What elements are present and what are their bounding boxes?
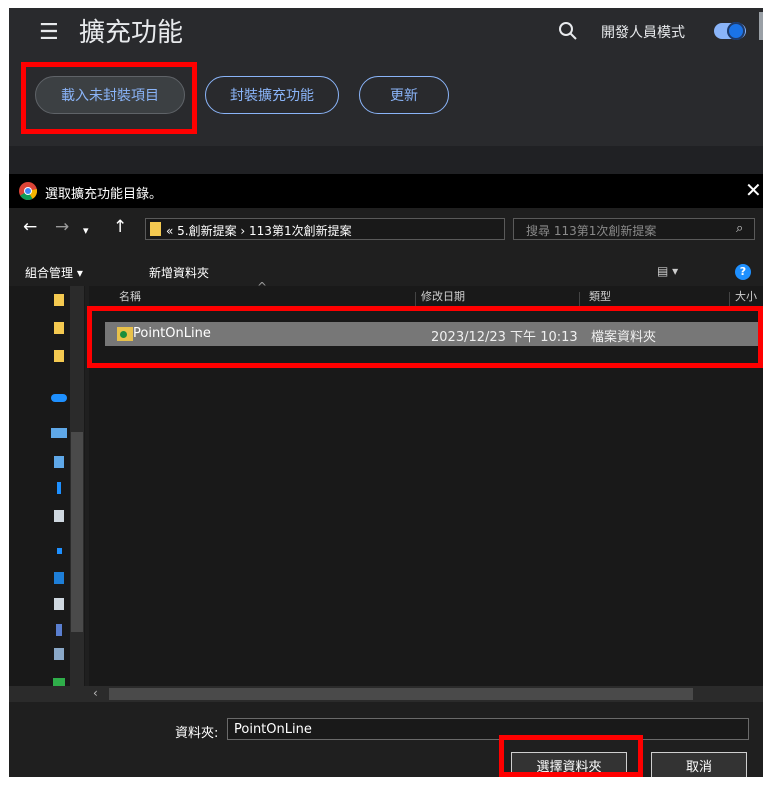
drive-icon[interactable] [56,624,62,636]
address-bar[interactable]: « 5.創新提案 › 113第1次創新提案 ⌄ ↻ [145,218,628,240]
dialog-title: 選取擴充功能目錄。 [45,187,163,202]
navigation-pane [9,286,85,702]
column-header-size[interactable]: 大小 [735,288,763,302]
videos-folder-icon[interactable] [54,598,64,610]
forward-arrow-icon[interactable]: → [55,218,69,236]
column-divider [415,292,416,306]
sort-caret-icon: ^ [257,280,268,294]
search-icon: ⌕ [736,221,744,236]
search-input[interactable]: 搜尋 113第1次創新提案 ⌕ [513,218,755,240]
dev-mode-toggle[interactable] [714,22,746,40]
desktop-folder-icon[interactable] [54,456,64,468]
chrome-icon [19,182,37,200]
folder-label: 資料夾: [175,726,219,741]
nav-scroll-thumb[interactable] [71,432,83,632]
column-divider [729,292,730,306]
hamburger-icon[interactable]: ☰ [39,22,59,44]
horizontal-scroll-thumb[interactable] [109,688,693,700]
this-pc-icon[interactable] [51,428,67,438]
organize-menu[interactable]: 組合管理 ▾ [25,264,83,281]
column-header-name[interactable]: 名稱 [119,288,169,302]
quick-access-folder-icon[interactable] [54,322,64,334]
select-folder-dialog: 選取擴充功能目錄。 ✕ ← → ▾ ↑ « 5.創新提案 › 113第1次創新提… [9,174,763,777]
new-folder-button[interactable]: 新增資料夾 [149,264,209,281]
page-title: 擴充功能 [79,18,184,48]
folder-icon [150,222,161,236]
highlight-box [87,306,763,368]
pictures-folder-icon[interactable] [54,572,64,584]
up-arrow-icon[interactable]: ↑ [113,218,127,236]
search-placeholder: 搜尋 113第1次創新提案 [526,224,657,238]
recent-locations-icon[interactable]: ▾ [83,222,89,240]
cancel-button[interactable]: 取消 [651,752,747,777]
extensions-header: ☰ 擴充功能 開發人員模式 [9,8,763,58]
highlight-box [499,735,643,777]
quick-access-folder-icon[interactable] [54,350,64,362]
documents-folder-icon[interactable] [54,510,64,522]
downloads-folder-icon[interactable] [57,482,61,494]
dialog-footer: 資料夾: 選擇資料夾 取消 [9,702,763,777]
toggle-knob [727,22,745,40]
update-button[interactable]: 更新 [359,76,449,114]
window-edge [759,12,763,40]
music-folder-icon[interactable] [57,548,62,554]
horizontal-scrollbar[interactable]: ‹ [9,686,763,702]
view-options-icon[interactable]: ▤ ▾ [657,264,678,278]
pack-extension-button[interactable]: 封裝擴充功能 [205,76,339,114]
column-header-type[interactable]: 類型 [589,288,649,302]
breadcrumb: « 5.創新提案 › 113第1次創新提案 [166,224,352,238]
highlight-box [21,62,197,134]
column-divider [579,292,580,306]
help-icon[interactable]: ? [735,264,751,280]
onedrive-icon[interactable] [51,394,67,402]
quick-access-folder-icon[interactable] [54,294,64,306]
command-bar: 組合管理 ▾ 新增資料夾 ▤ ▾ ? [9,260,763,286]
back-arrow-icon[interactable]: ← [23,218,37,236]
dev-mode-label: 開發人員模式 [601,25,685,41]
search-icon[interactable] [557,20,579,42]
folder-name-input[interactable] [227,718,749,740]
address-row: ← → ▾ ↑ « 5.創新提案 › 113第1次創新提案 ⌄ ↻ 搜尋 113… [9,208,763,248]
scroll-left-icon[interactable]: ‹ [93,686,98,700]
column-header-modified[interactable]: 修改日期 [421,288,501,302]
app-frame: ☰ 擴充功能 開發人員模式 載入未封裝項目 封裝擴充功能 更新 選取擴充功能目錄… [9,8,763,777]
close-icon[interactable]: ✕ [745,178,762,202]
network-icon[interactable] [54,648,64,660]
dialog-titlebar: 選取擴充功能目錄。 ✕ [9,174,763,208]
